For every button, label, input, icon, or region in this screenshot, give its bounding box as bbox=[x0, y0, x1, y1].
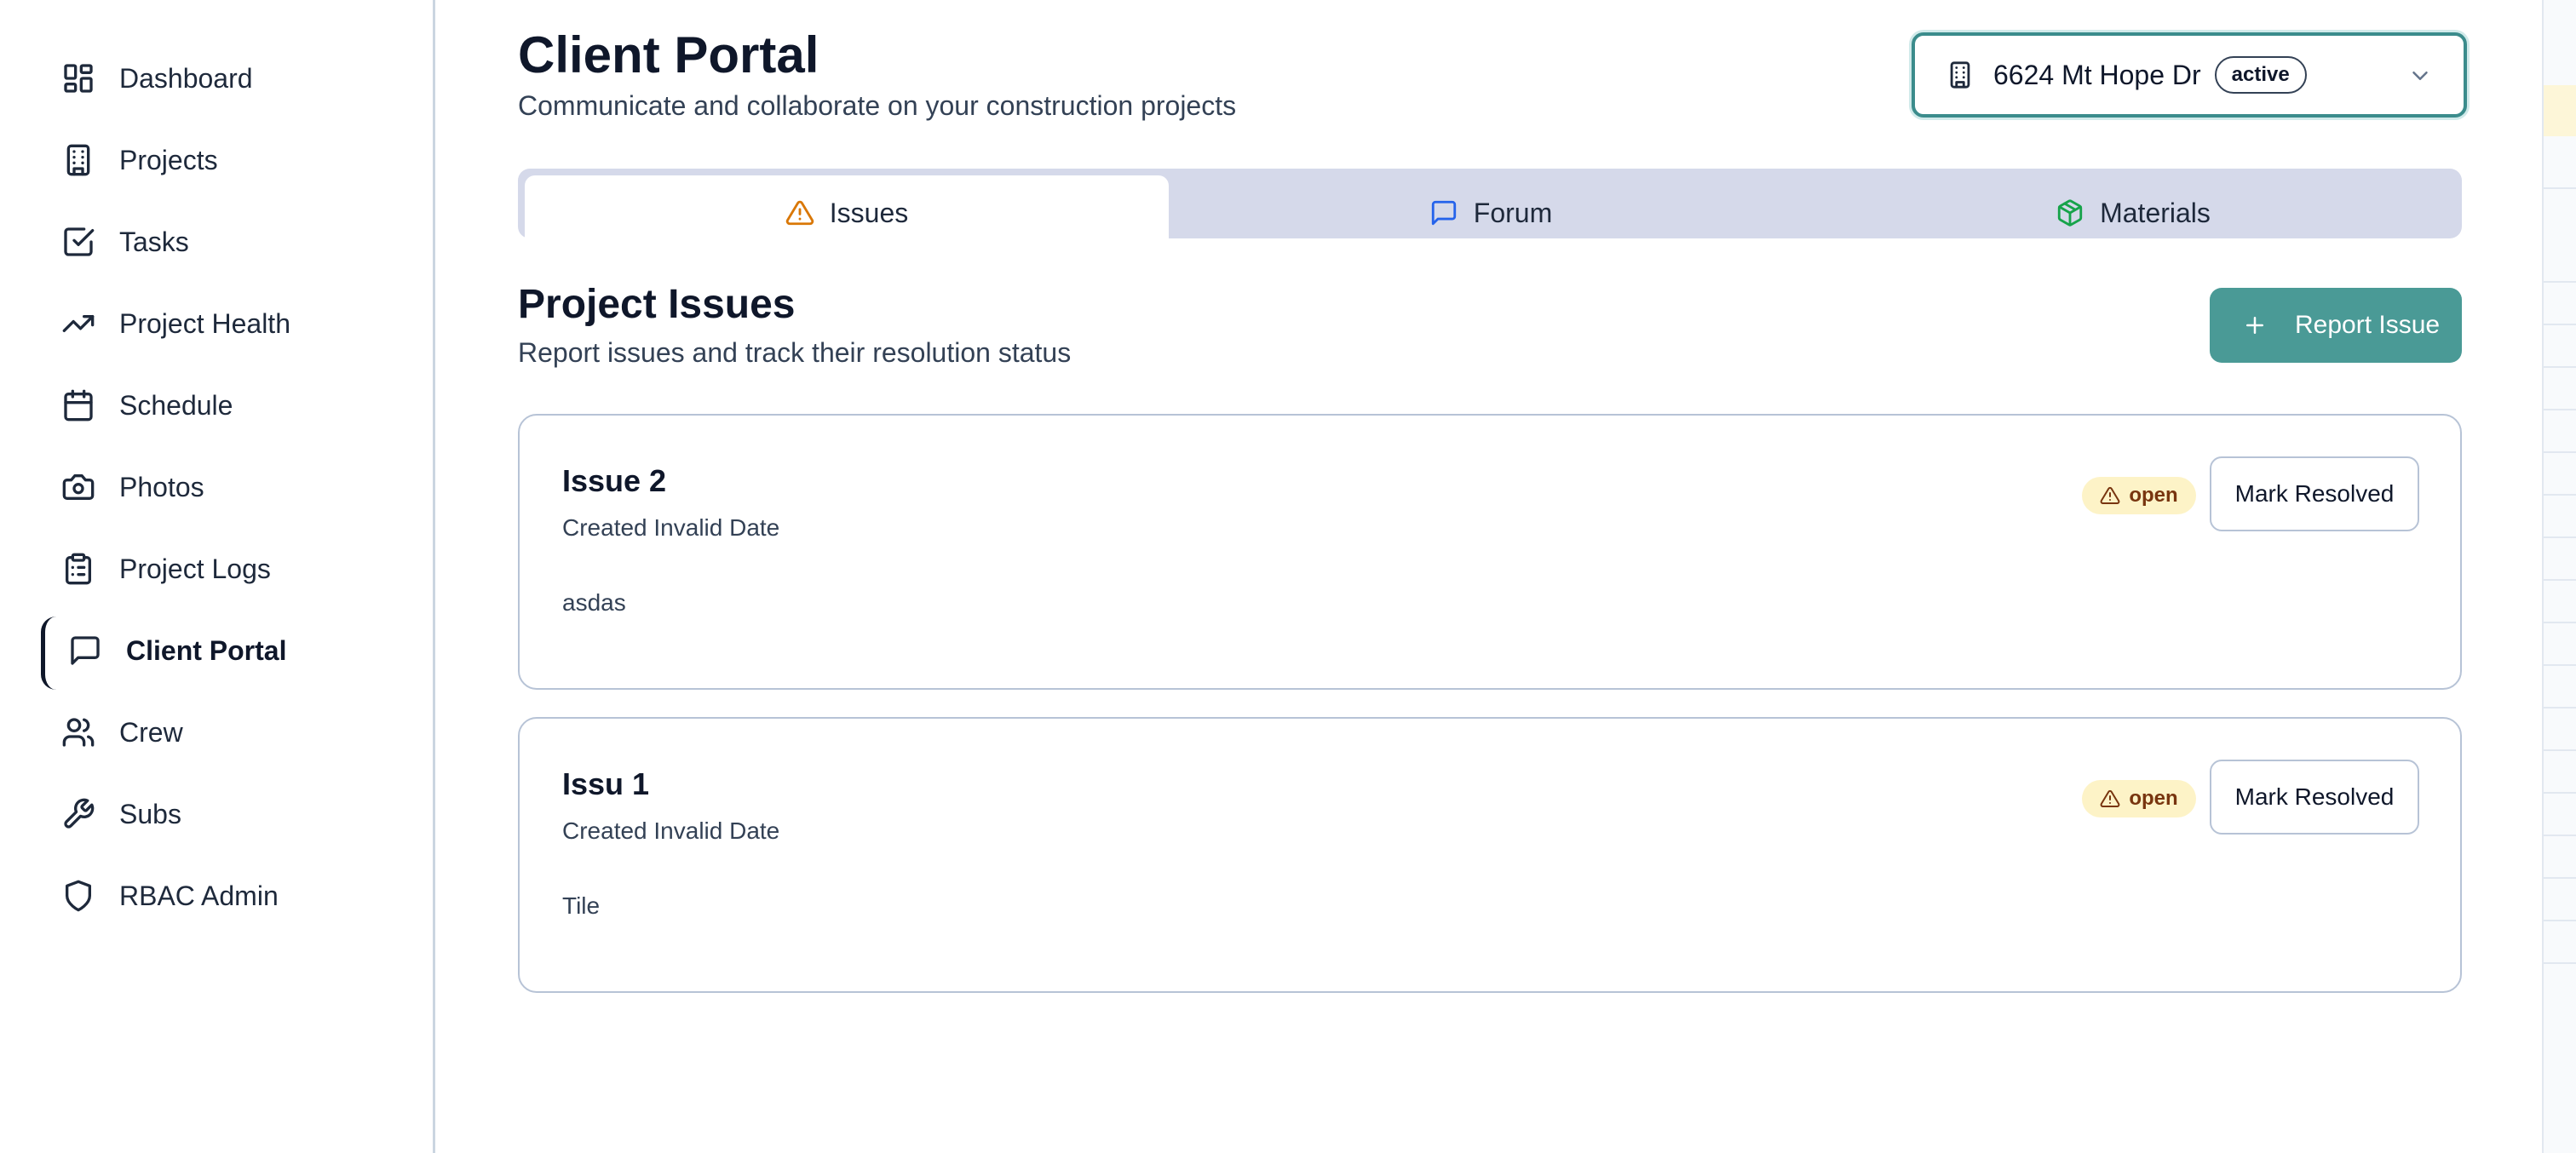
building-icon bbox=[58, 140, 99, 181]
sidebar: Dashboard Projects Tasks Project Health … bbox=[0, 0, 435, 1153]
sidebar-item-label: Photos bbox=[119, 471, 204, 502]
tab-forum[interactable]: Forum bbox=[1169, 175, 1813, 250]
status-label: open bbox=[2129, 787, 2178, 810]
sidebar-item-project-logs[interactable]: Project Logs bbox=[41, 535, 399, 603]
sidebar-item-subs[interactable]: Subs bbox=[41, 780, 399, 848]
sidebar-item-label: Tasks bbox=[119, 226, 189, 257]
calendar-icon bbox=[58, 385, 99, 426]
message-square-icon bbox=[65, 630, 106, 671]
wrench-icon bbox=[58, 794, 99, 835]
dashboard-icon bbox=[58, 58, 99, 99]
issue-title: Issue 2 bbox=[562, 463, 667, 498]
package-icon bbox=[2057, 199, 2083, 227]
sidebar-item-label: Project Health bbox=[119, 307, 290, 339]
status-badge: open bbox=[2082, 780, 2196, 817]
issue-card: Issue 2 Created Invalid Date asdas open … bbox=[518, 414, 2462, 690]
shield-icon bbox=[58, 875, 99, 916]
tab-list: Issues Forum Materials bbox=[518, 169, 2462, 250]
sidebar-item-photos[interactable]: Photos bbox=[41, 453, 399, 521]
active-indicator bbox=[41, 617, 56, 690]
background-panel-edge bbox=[2542, 0, 2576, 1153]
sidebar-item-label: Projects bbox=[119, 144, 218, 175]
sidebar-item-tasks[interactable]: Tasks bbox=[41, 208, 399, 276]
sidebar-item-label: Schedule bbox=[119, 389, 233, 421]
section-title: Project Issues bbox=[518, 282, 796, 327]
message-square-icon bbox=[1431, 200, 1456, 226]
issue-description: asdas bbox=[562, 589, 626, 616]
alert-triangle-icon bbox=[785, 200, 814, 226]
alert-triangle-icon bbox=[2100, 486, 2120, 504]
clipboard-icon bbox=[58, 548, 99, 589]
tab-label: Forum bbox=[1473, 197, 1553, 228]
tab-label: Issues bbox=[829, 197, 909, 228]
sidebar-item-label: Subs bbox=[119, 798, 181, 829]
plus-icon bbox=[2246, 317, 2263, 334]
status-label: open bbox=[2129, 484, 2178, 507]
issue-created: Created Invalid Date bbox=[562, 514, 780, 541]
users-icon bbox=[58, 712, 99, 753]
page-subtitle: Communicate and collaborate on your cons… bbox=[518, 90, 1237, 121]
report-issue-label: Report Issue bbox=[2295, 311, 2441, 339]
mark-resolved-button[interactable]: Mark Resolved bbox=[2210, 456, 2419, 531]
issue-description: Tile bbox=[562, 892, 601, 919]
sidebar-item-project-health[interactable]: Project Health bbox=[41, 290, 399, 358]
sidebar-item-client-portal[interactable]: Client Portal bbox=[41, 617, 399, 690]
sidebar-item-label: RBAC Admin bbox=[119, 880, 279, 911]
tab-issues[interactable]: Issues bbox=[525, 175, 1169, 250]
sidebar-item-schedule[interactable]: Schedule bbox=[41, 371, 399, 439]
project-select[interactable]: 6624 Mt Hope Dr active bbox=[1912, 32, 2467, 118]
sidebar-item-rbac-admin[interactable]: RBAC Admin bbox=[41, 862, 399, 930]
sidebar-item-label: Client Portal bbox=[126, 634, 287, 666]
checkbox-icon bbox=[58, 221, 99, 262]
project-name: 6624 Mt Hope Dr bbox=[1993, 59, 2201, 90]
issue-created: Created Invalid Date bbox=[562, 817, 780, 844]
tab-label: Materials bbox=[2100, 197, 2211, 228]
sidebar-item-label: Crew bbox=[119, 716, 183, 748]
sidebar-item-crew[interactable]: Crew bbox=[41, 698, 399, 766]
issue-title: Issu 1 bbox=[562, 766, 650, 801]
sidebar-item-projects[interactable]: Projects bbox=[41, 126, 399, 194]
page-title: Client Portal bbox=[518, 26, 819, 83]
sidebar-item-dashboard[interactable]: Dashboard bbox=[41, 44, 399, 112]
section-subtitle: Report issues and track their resolution… bbox=[518, 337, 1072, 368]
building-icon bbox=[1950, 61, 1970, 89]
status-badge: open bbox=[2082, 477, 2196, 514]
sidebar-item-label: Dashboard bbox=[119, 62, 253, 94]
trending-up-icon bbox=[58, 303, 99, 344]
sidebar-item-label: Project Logs bbox=[119, 553, 271, 584]
report-issue-button[interactable]: Report Issue bbox=[2210, 288, 2462, 363]
alert-triangle-icon bbox=[2100, 789, 2120, 807]
camera-icon bbox=[58, 467, 99, 508]
mark-resolved-button[interactable]: Mark Resolved bbox=[2210, 760, 2419, 835]
issue-card: Issu 1 Created Invalid Date Tile open Ma… bbox=[518, 717, 2462, 993]
project-status-badge: active bbox=[2214, 56, 2307, 94]
chevron-down-icon bbox=[2412, 72, 2428, 80]
tab-materials[interactable]: Materials bbox=[1811, 175, 2455, 250]
